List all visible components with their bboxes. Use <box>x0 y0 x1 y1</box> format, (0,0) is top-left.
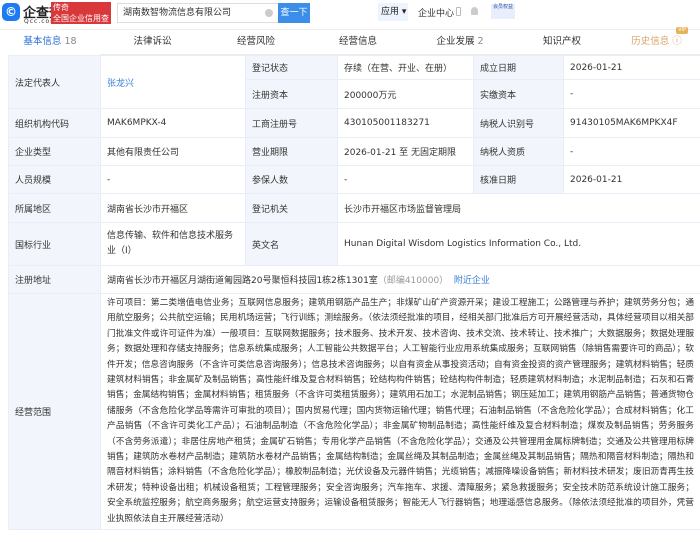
tab-count: 18 <box>64 36 77 47</box>
label: 纳税人资质 <box>473 137 564 166</box>
slogan-banner: 传奇全国企业信用查询 <box>51 2 111 34</box>
label: 成立日期 <box>473 55 564 80</box>
label: 工商注册号 <box>245 108 338 138</box>
label: 法定代表人 <box>8 55 101 109</box>
phone-icon[interactable] <box>456 7 461 16</box>
tab-development[interactable]: 企业发展 2 <box>409 30 511 55</box>
tab-label: 法律诉讼 <box>133 36 172 47</box>
enterprise-center-link[interactable]: 企业中心 <box>418 6 454 19</box>
tab-basic-info[interactable]: 基本信息 18 <box>0 30 100 55</box>
tab-operations[interactable]: 经营信息 <box>307 30 409 55</box>
value: 2026-01-21 <box>563 165 700 194</box>
value: 存续（在营、开业、在册） <box>337 55 474 80</box>
tab-label: 企业发展 <box>436 36 475 47</box>
value: 其他有限责任公司 <box>100 137 246 166</box>
label: 实缴资本 <box>473 79 564 109</box>
value: 2026-01-21 <box>563 55 700 80</box>
business-scope: 许可项目：第二类增值电信业务；互联网信息服务；建筑用钢筋产品生产；非煤矿山矿产资… <box>100 292 700 531</box>
apps-label: 应用 <box>381 7 400 17</box>
label: 英文名 <box>245 222 338 266</box>
bell-icon[interactable] <box>471 7 478 15</box>
tab-count: 2 <box>477 36 484 47</box>
label: 组织机构代码 <box>8 108 101 138</box>
tab-label: 经营信息 <box>338 36 377 47</box>
vip-button[interactable]: 会员权益 <box>491 4 515 19</box>
tab-risk[interactable]: 经营风险 <box>205 30 307 55</box>
value: MAK6MPKX-4 <box>100 108 246 138</box>
label: 营业期限 <box>245 137 338 166</box>
qcc-logo-icon[interactable]: © <box>2 3 20 21</box>
apps-menu[interactable]: 应用 ▾ <box>378 3 408 21</box>
address: 湖南省长沙市开福区月湖街道匍园路20号聚恒科技园1栋2栋1301室 <box>107 276 378 286</box>
address-cell: 湖南省长沙市开福区月湖街道匍园路20号聚恒科技园1栋2栋1301室（邮编4100… <box>100 265 700 294</box>
value: 信息传输、软件和信息技术服务业（I） <box>100 222 246 266</box>
tab-legal[interactable]: 法律诉讼 <box>100 30 205 55</box>
tab-history[interactable]: 历史信息 ⓘ VIP <box>613 27 700 55</box>
search-button[interactable]: 查一下 <box>278 3 310 23</box>
vip-badge: VIP <box>676 27 688 34</box>
label: 注册资本 <box>245 79 338 109</box>
label: 登记机关 <box>245 193 338 223</box>
label: 经营范围 <box>8 292 101 531</box>
label: 参保人数 <box>245 165 338 194</box>
value: - <box>100 165 246 194</box>
label: 注册地址 <box>8 265 101 294</box>
tab-bar: 基本信息 18 法律诉讼 经营风险 经营信息 企业发展 2 知识产权 历史信息 … <box>0 27 700 55</box>
value: - <box>337 165 474 194</box>
legal-rep-link[interactable]: 张龙兴 <box>100 55 246 109</box>
value: 91430105MAK6MPKX4F <box>563 108 700 138</box>
nearby-companies-link[interactable]: 附近企业 <box>454 276 490 286</box>
value: 430105001183271 <box>337 108 474 138</box>
search-value: 湖南数智物流信息有限公司 <box>123 8 232 18</box>
tab-label: 经营风险 <box>236 36 275 47</box>
value: - <box>563 137 700 166</box>
search-input[interactable]: 湖南数智物流信息有限公司 <box>117 3 278 23</box>
clear-icon[interactable] <box>265 9 273 17</box>
label: 纳税人识别号 <box>473 108 564 138</box>
label: 国标行业 <box>8 222 101 266</box>
label: 核准日期 <box>473 165 564 194</box>
value: 长沙市开福区市场监督管理局 <box>337 193 700 223</box>
tab-ip[interactable]: 知识产权 <box>511 30 613 55</box>
basic-info-table: 法定代表人 张龙兴 登记状态 存续（在营、开业、在册） 成立日期 2026-01… <box>8 55 700 531</box>
tab-label: 历史信息 <box>631 36 670 47</box>
top-bar: © 企查查 Qcc.com 传奇全国企业信用查询 湖南数智物流信息有限公司 查一… <box>0 0 700 34</box>
slogan-line1: 传奇 <box>53 3 69 12</box>
value: - <box>563 79 700 109</box>
value: 2026-01-21 至 无固定期限 <box>337 137 474 166</box>
postcode: （邮编410000） <box>377 276 449 286</box>
value: 湖南省长沙市开福区 <box>100 193 246 223</box>
label: 人员规模 <box>8 165 101 194</box>
tab-label: 基本信息 <box>23 36 62 47</box>
label: 登记状态 <box>245 55 338 80</box>
tab-label: 知识产权 <box>542 36 581 47</box>
label: 企业类型 <box>8 137 101 166</box>
value: Hunan Digital Wisdom Logistics Informati… <box>337 222 700 266</box>
label: 所属地区 <box>8 193 101 223</box>
value: 200000万元 <box>337 79 474 109</box>
